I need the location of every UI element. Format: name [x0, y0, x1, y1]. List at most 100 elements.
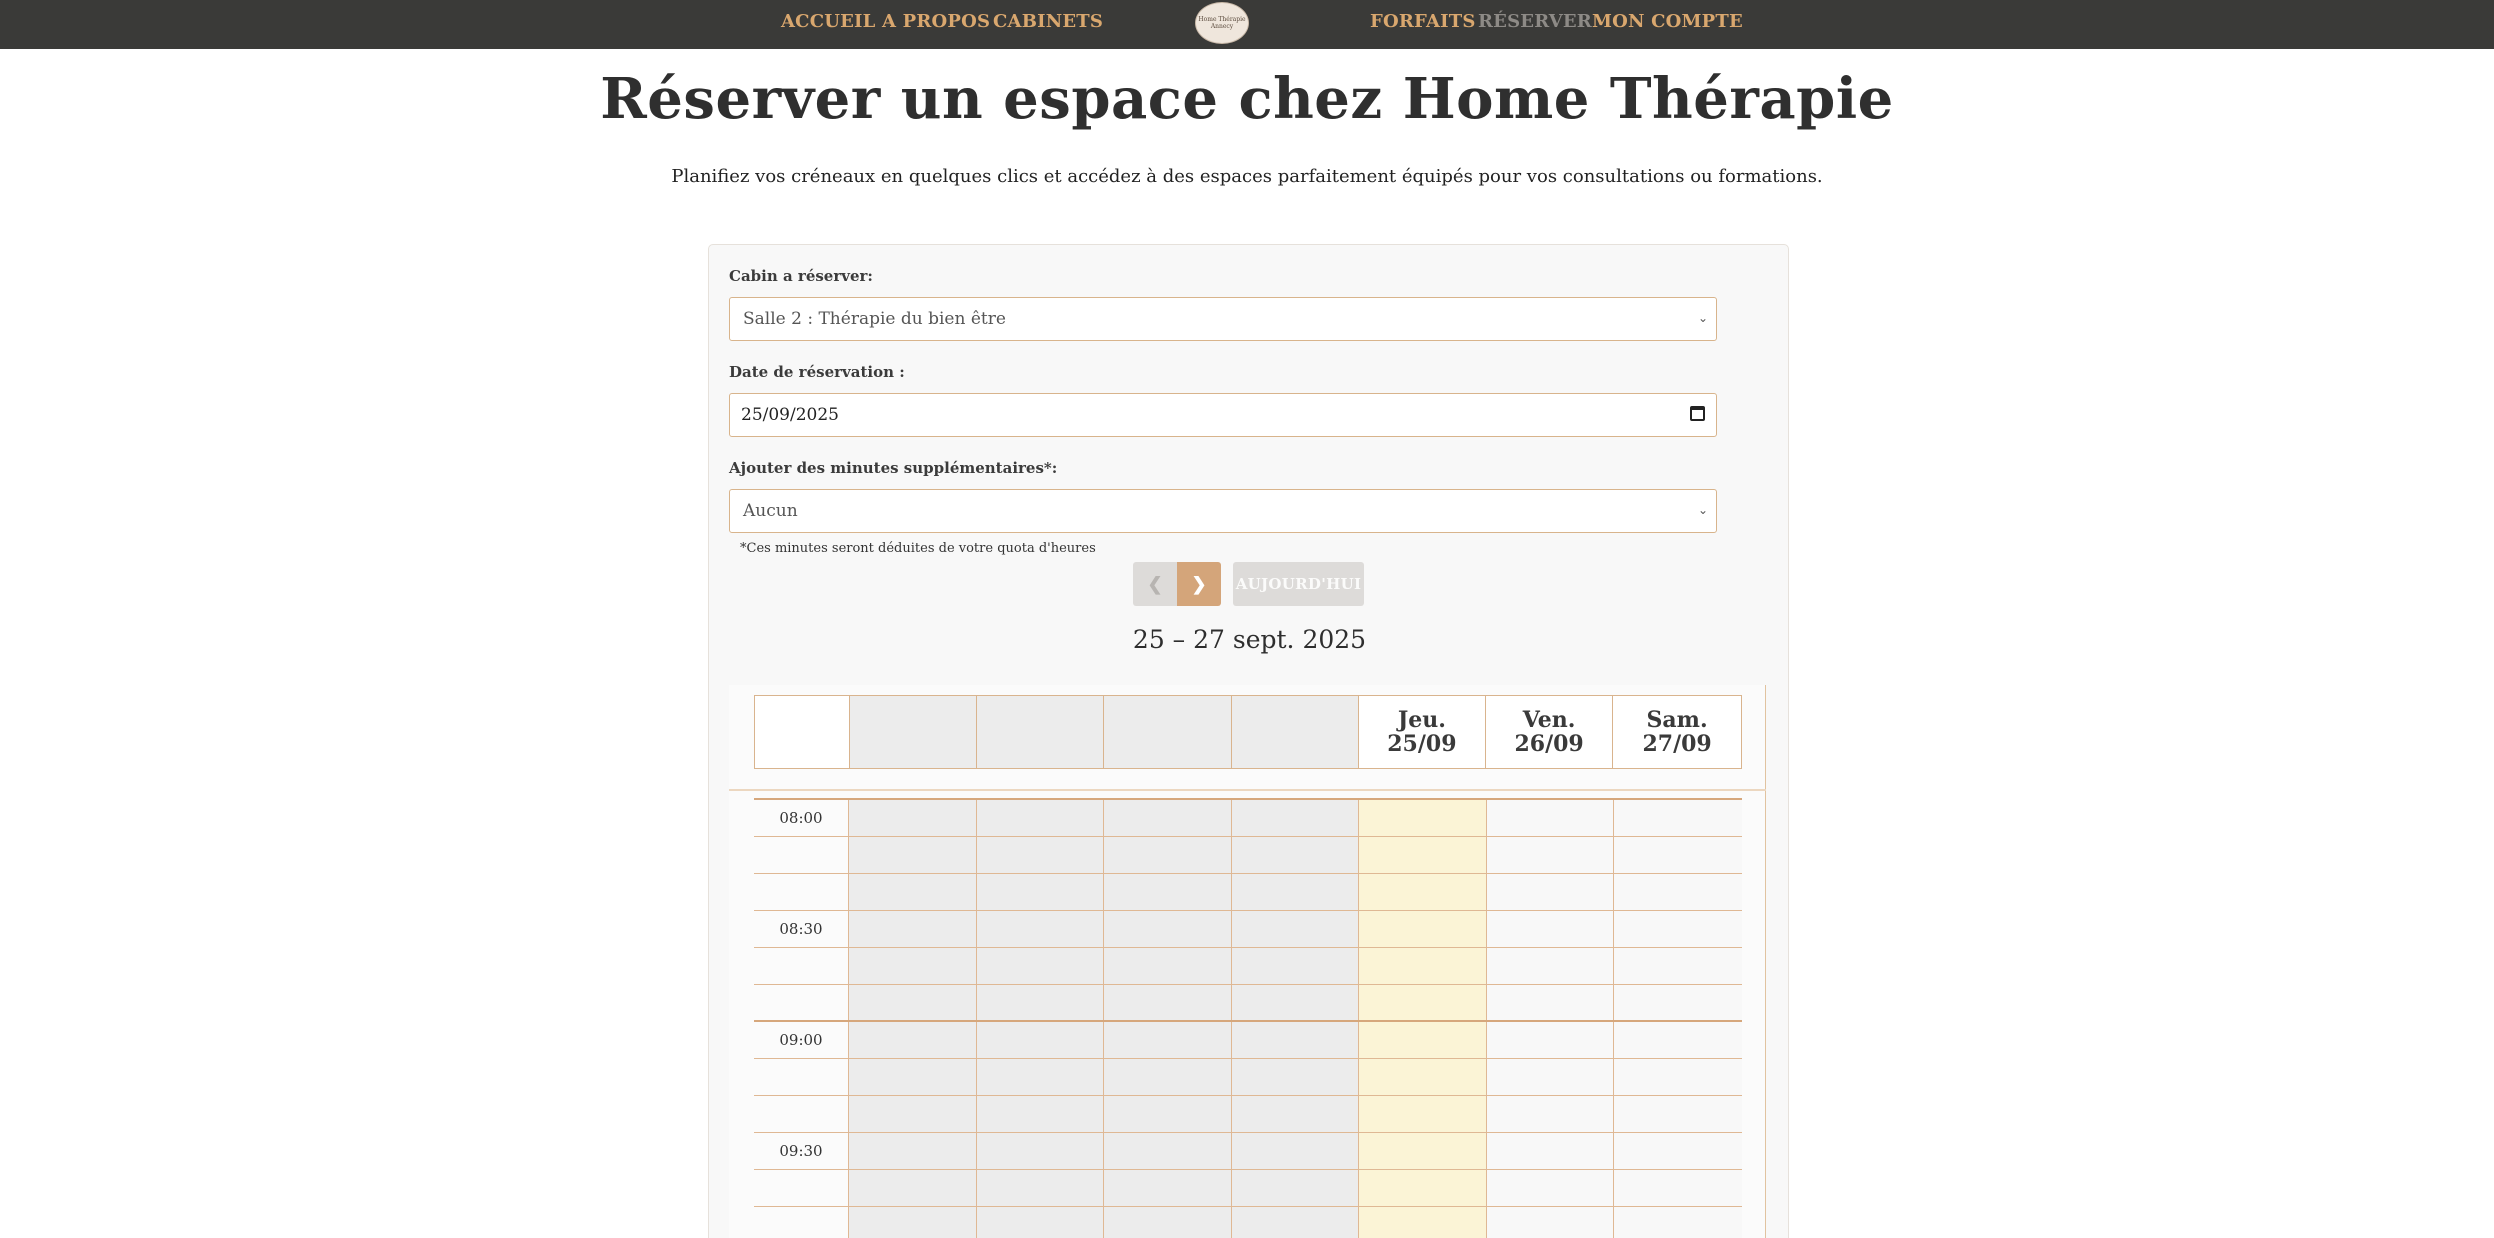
time-slot-cell[interactable] [1359, 874, 1487, 910]
logo-text-line-2: Annecy [1210, 23, 1234, 30]
time-slot-row [754, 1207, 1742, 1238]
time-slot-cell [849, 837, 977, 873]
time-slot-cell[interactable] [1486, 911, 1614, 947]
time-slot-cell[interactable] [1614, 1170, 1742, 1206]
time-slot-row [754, 1059, 1742, 1096]
calendar-icon[interactable] [1690, 406, 1705, 421]
time-slot-cell[interactable] [1486, 1133, 1614, 1169]
nav-link-mon-compte[interactable]: MON COMPTE [1592, 11, 1743, 32]
time-slot-cell[interactable] [1614, 1207, 1742, 1238]
time-slot-cell[interactable] [1359, 911, 1487, 947]
nav-link-a-propos[interactable]: A PROPOS [882, 11, 990, 32]
time-slot-cell[interactable] [1614, 837, 1742, 873]
today-button[interactable]: AUJOURD'HUI [1233, 562, 1364, 606]
time-slot-cell[interactable] [1486, 1059, 1614, 1095]
time-slot-cell[interactable] [1486, 874, 1614, 910]
time-slot-cell [1231, 948, 1359, 984]
time-label [754, 837, 849, 873]
time-slot-cell[interactable] [1486, 837, 1614, 873]
time-label: 09:00 [754, 1022, 849, 1058]
time-slot-cell [976, 1059, 1104, 1095]
time-slot-cell[interactable] [1359, 1059, 1487, 1095]
day-header-date: 25/09 [1387, 731, 1457, 757]
time-slot-cell[interactable] [1614, 1133, 1742, 1169]
calendar-day-header-row: Jeu. 25/09 Ven. 26/09 Sam. 27/09 [754, 695, 1742, 769]
time-slot-cell [1231, 1059, 1359, 1095]
minutes-label: Ajouter des minutes supplémentaires*: [729, 459, 1058, 477]
time-slot-cell[interactable] [1486, 1096, 1614, 1132]
time-slot-cell [849, 874, 977, 910]
date-input[interactable]: 25/09/2025 [729, 393, 1717, 437]
minutes-select[interactable]: Aucun ⌄ [729, 489, 1717, 533]
time-slot-cell[interactable] [1614, 911, 1742, 947]
booking-card: Cabin a réserver: Salle 2 : Thérapie du … [708, 244, 1789, 1238]
time-slot-cell [849, 911, 977, 947]
time-slot-cell [976, 800, 1104, 836]
time-slot-cell[interactable] [1359, 800, 1487, 836]
time-slot-cell[interactable] [1486, 1170, 1614, 1206]
time-label [754, 985, 849, 1020]
time-slot-cell [976, 911, 1104, 947]
time-slot-cell[interactable] [1359, 1133, 1487, 1169]
time-slot-cell [1104, 985, 1232, 1020]
time-slot-row [754, 837, 1742, 874]
nav-link-reserver[interactable]: RÉSERVER [1478, 11, 1592, 32]
chevron-down-icon: ⌄ [1697, 503, 1708, 517]
time-slot-cell[interactable] [1359, 985, 1487, 1020]
time-slot-cell[interactable] [1359, 1170, 1487, 1206]
time-slot-cell[interactable] [1614, 874, 1742, 910]
time-slot-cell[interactable] [1614, 1059, 1742, 1095]
day-header [849, 696, 978, 768]
nav-link-forfaits[interactable]: FORFAITS [1370, 11, 1476, 32]
time-slot-cell[interactable] [1359, 1096, 1487, 1132]
time-slot-cell [849, 948, 977, 984]
home-therapie-logo[interactable]: Home Thérapie Annecy [1195, 2, 1249, 44]
time-slot-cell[interactable] [1359, 837, 1487, 873]
time-label [754, 874, 849, 910]
time-slot-cell[interactable] [1486, 1022, 1614, 1058]
time-slot-cell[interactable] [1486, 800, 1614, 836]
time-slot-cell [976, 1096, 1104, 1132]
time-slot-cell[interactable] [1359, 948, 1487, 984]
time-slot-cell [1104, 1207, 1232, 1238]
time-slot-row [754, 985, 1742, 1022]
time-slot-cell [849, 1133, 977, 1169]
nav-link-cabinets[interactable]: CABINETS [993, 11, 1103, 32]
time-slot-cell [1231, 911, 1359, 947]
time-slot-cell[interactable] [1614, 1096, 1742, 1132]
next-week-button[interactable]: ❯ [1177, 562, 1221, 606]
time-slot-row: 09:00 [754, 1022, 1742, 1059]
time-slot-cell[interactable] [1359, 1207, 1487, 1238]
time-slot-cell[interactable] [1486, 948, 1614, 984]
time-slot-cell [1231, 800, 1359, 836]
time-slot-cell[interactable] [1614, 1022, 1742, 1058]
time-slot-cell [1104, 874, 1232, 910]
time-label: 08:00 [754, 800, 849, 836]
time-slot-cell [849, 1022, 977, 1058]
prev-week-button[interactable]: ❮ [1133, 562, 1177, 606]
chevron-down-icon: ⌄ [1697, 311, 1708, 325]
time-slot-cell[interactable] [1614, 985, 1742, 1020]
nav-link-accueil[interactable]: ACCUEIL [781, 11, 876, 32]
day-header [977, 696, 1105, 768]
time-slot-cell[interactable] [1359, 1022, 1487, 1058]
minutes-hint: *Ces minutes seront déduites de votre qu… [740, 541, 1096, 556]
time-slot-cell[interactable] [1614, 948, 1742, 984]
time-slot-cell [976, 874, 1104, 910]
cabin-select[interactable]: Salle 2 : Thérapie du bien être ⌄ [729, 297, 1717, 341]
time-slot-cell [849, 1059, 977, 1095]
time-label: 08:30 [754, 911, 849, 947]
time-slot-cell[interactable] [1486, 1207, 1614, 1238]
chevron-left-icon: ❮ [1147, 573, 1163, 595]
day-header-date: 26/09 [1514, 731, 1584, 757]
time-slot-cell [1231, 1133, 1359, 1169]
day-header-saturday: Sam. 27/09 [1613, 696, 1741, 768]
time-grid: 08:00 08:30 09:00 09:30 [754, 798, 1742, 1238]
time-slot-row: 08:30 [754, 911, 1742, 948]
time-slot-cell [1104, 837, 1232, 873]
time-slot-cell[interactable] [1614, 800, 1742, 836]
time-slot-cell[interactable] [1486, 985, 1614, 1020]
minutes-select-value: Aucun [743, 501, 798, 521]
time-slot-cell [976, 1133, 1104, 1169]
day-header-name: Jeu. [1397, 707, 1446, 733]
